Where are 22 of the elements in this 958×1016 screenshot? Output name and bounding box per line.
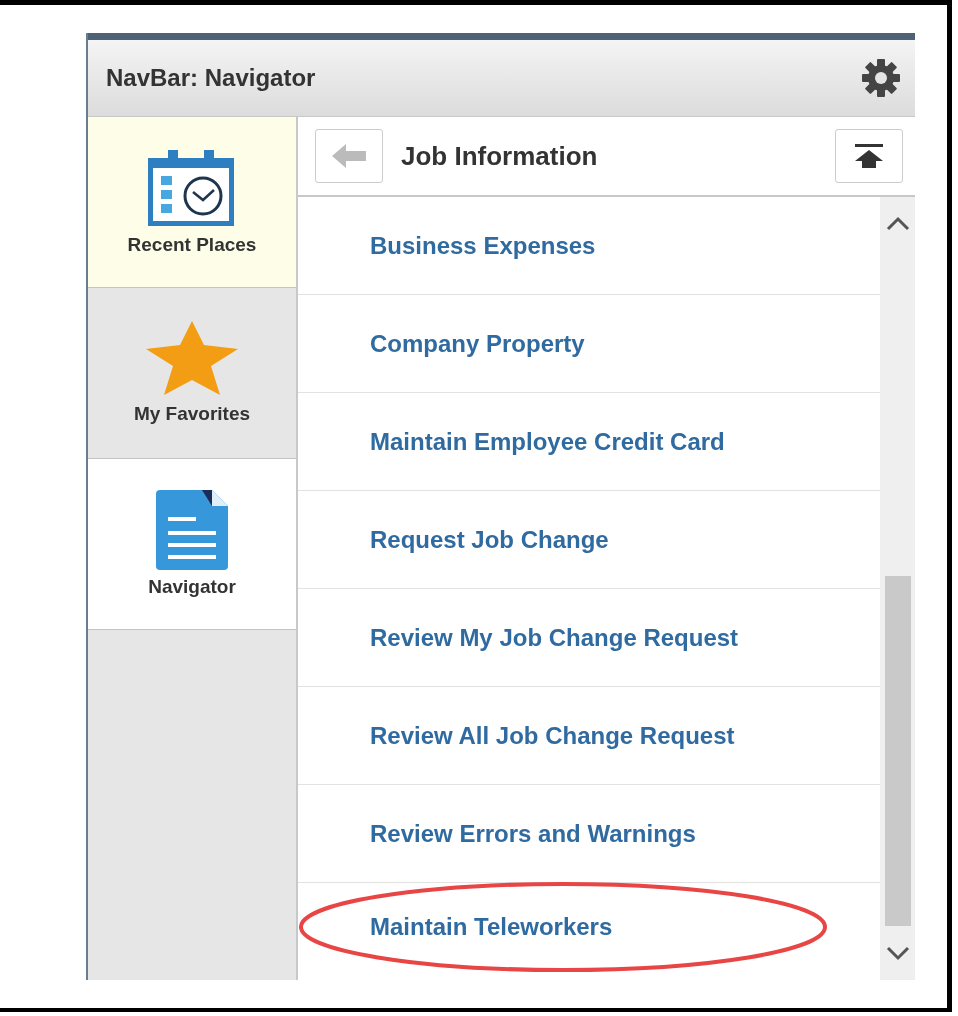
document-icon: [156, 490, 228, 570]
panel-title: NavBar: Navigator: [106, 64, 316, 92]
section-title: Job Information: [401, 140, 599, 172]
settings-icon[interactable]: [861, 58, 901, 98]
tab-label: Recent Places: [127, 234, 257, 256]
menu-link[interactable]: Request Job Change: [370, 525, 609, 554]
menu-link[interactable]: Business Expenses: [370, 231, 596, 260]
menu-link[interactable]: Maintain Employee Credit Card: [370, 427, 725, 456]
scrollbar[interactable]: [880, 197, 915, 980]
sidebar-tab[interactable]: Recent Places: [88, 117, 296, 288]
top-button[interactable]: [835, 129, 903, 183]
menu-link[interactable]: Review Errors and Warnings: [370, 819, 696, 848]
sidebar-tab[interactable]: Navigator: [88, 459, 296, 630]
menu-link[interactable]: Review My Job Change Request: [370, 623, 739, 652]
menu-link[interactable]: Maintain Teleworkers: [370, 913, 613, 941]
left-arrow-icon: [332, 144, 366, 168]
tab-label: Navigator: [148, 576, 236, 598]
tab-label: My Favorites: [133, 403, 251, 425]
scroll-top-icon: [855, 144, 883, 168]
star-icon: [144, 321, 240, 397]
menu-link[interactable]: Review All Job Change Request: [370, 721, 735, 750]
menu-link[interactable]: Company Property: [370, 329, 585, 358]
